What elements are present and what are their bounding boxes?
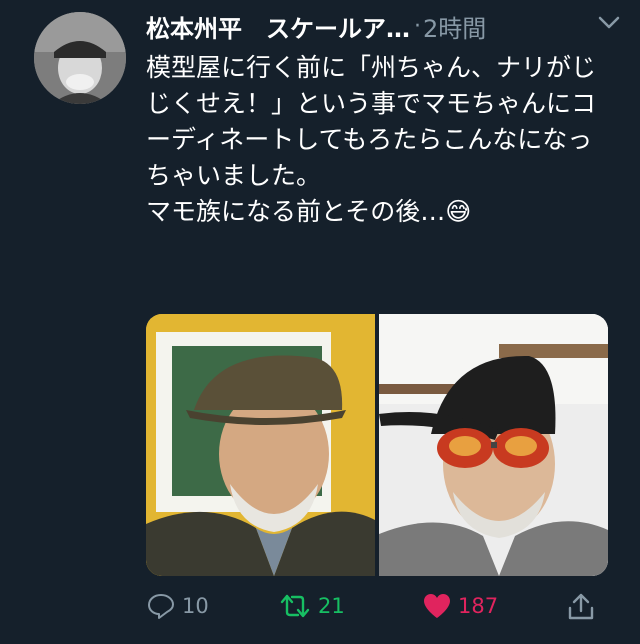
retweet-count: 21 [318, 594, 345, 618]
share-icon [568, 593, 594, 620]
before-photo[interactable] [146, 314, 375, 576]
separator-dot: · [414, 13, 421, 39]
reply-icon [148, 594, 174, 619]
tweet-text: 模型屋に行く前に「州ちゃん、ナリがじじくせえ！」という事でマモちゃんにコーディネ… [146, 53, 597, 226]
tweet-media[interactable] [146, 314, 608, 576]
retweet-icon [280, 594, 310, 618]
reply-count: 10 [182, 594, 209, 618]
like-button[interactable]: 187 [422, 592, 498, 620]
after-photo[interactable] [379, 314, 608, 576]
tweet-header: 松本州平 スケールア… · 2時間 [146, 8, 626, 44]
tweet-timestamp[interactable]: 2時間 [423, 9, 486, 44]
share-button[interactable] [566, 592, 596, 622]
reply-button[interactable]: 10 [146, 592, 209, 620]
heart-icon [424, 594, 450, 618]
tweet-actions: 10 21 187 [146, 592, 600, 626]
chevron-down-icon[interactable] [596, 12, 622, 34]
like-count: 187 [458, 594, 499, 618]
retweet-button[interactable]: 21 [278, 592, 345, 620]
avatar[interactable] [34, 12, 126, 104]
author-name[interactable]: 松本州平 スケールア… [146, 9, 410, 44]
